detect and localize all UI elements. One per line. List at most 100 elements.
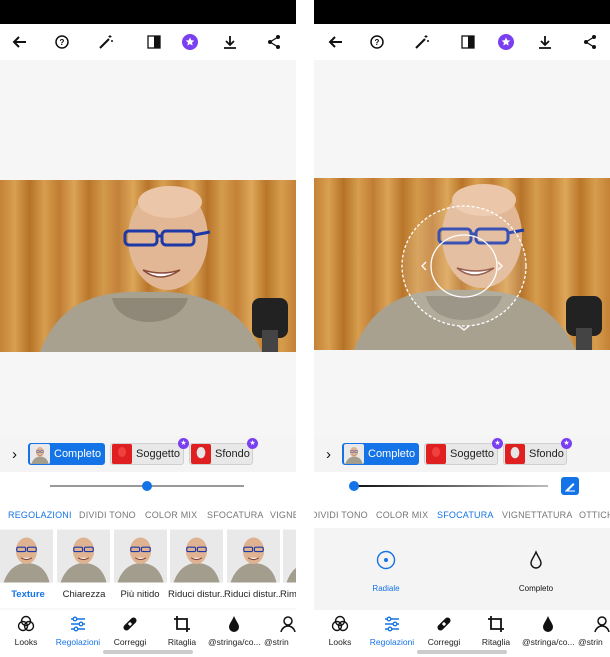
svg-text:?: ? [375,38,380,47]
nav-label: @stringa/co... [522,637,574,647]
share-icon[interactable] [264,32,284,52]
photo-canvas[interactable] [0,60,296,436]
nav-stringa-2[interactable]: @strin [574,614,610,647]
tab-regolazioni[interactable]: REGOLAZIONI [8,510,72,520]
preset-label: Chiarezza [62,589,106,600]
chevron-right-icon[interactable]: › [12,446,17,463]
compare-icon[interactable] [144,32,164,52]
mask-chip-sfondo[interactable]: Sfondo ★ [503,438,572,465]
status-bar [314,0,610,24]
mask-chip-label: Sfondo [529,448,564,460]
slider-track[interactable] [354,485,548,487]
preset-label: Rim [280,589,296,600]
premium-star-icon[interactable] [180,32,200,52]
preset-thumbnail[interactable] [283,529,296,583]
nav-label: Regolazioni [369,637,415,647]
preset-thumbnail[interactable] [114,529,167,583]
tab-ottiche[interactable]: OTTICH [579,510,610,520]
drop-icon [508,548,564,572]
nav-label: @strin [578,637,603,647]
help-icon[interactable]: ? [367,32,387,52]
tab-color-mix[interactable]: COLOR MIX [376,510,428,520]
nav-looks[interactable]: Looks [0,614,52,647]
drop-icon [522,614,574,634]
nav-stringa-2[interactable]: @strin [260,614,296,647]
preset-label: Riduci distur... [168,589,224,600]
nav-regolazioni[interactable]: Regolazioni [52,614,104,647]
premium-star-icon: ★ [247,438,258,449]
adjustment-slider[interactable] [0,472,296,500]
person-icon [260,614,296,634]
nav-correggi[interactable]: Correggi [104,614,156,647]
drop-icon [208,614,260,634]
mask-chip-label: Completo [54,448,102,460]
svg-text:?: ? [60,38,65,47]
preset-thumbnail[interactable] [0,529,53,583]
mode-completo[interactable]: Completo [508,548,564,593]
tab-dividi-tono[interactable]: DIVIDI TONO [314,510,368,520]
tab-vignettatura[interactable]: VIGNETTATURA [502,510,573,520]
mask-thumbnail [30,444,50,464]
tab-sfocatura[interactable]: SFOCATURA [207,510,264,520]
back-arrow-icon[interactable] [10,32,30,52]
mode-radiale[interactable]: Radiale [358,548,414,593]
tab-color-mix[interactable]: COLOR MIX [145,510,197,520]
eraser-icon[interactable] [561,477,579,495]
tab-vignettatura[interactable]: VIGNE [270,510,296,520]
top-toolbar: ? [314,24,610,60]
magic-wand-icon[interactable] [96,32,116,52]
looks-icon [314,614,366,634]
tab-dividi-tono[interactable]: DIVIDI TONO [79,510,136,520]
preset-thumbnail[interactable] [57,529,110,583]
radial-blur-overlay[interactable] [314,178,610,350]
portrait-photo [0,180,296,352]
mask-thumbnail [344,444,364,464]
mask-chip-soggetto[interactable]: Soggetto ★ [424,438,503,465]
mode-label: Completo [518,584,554,593]
preset-thumbnail[interactable] [170,529,223,583]
nav-looks[interactable]: Looks [314,614,366,647]
mask-chip-sfondo[interactable]: Sfondo ★ [189,438,258,465]
compare-icon[interactable] [458,32,478,52]
chevron-right-icon[interactable]: › [326,446,331,463]
slider-thumb[interactable] [349,481,359,491]
premium-star-icon: ★ [561,438,572,449]
mask-chip-completo[interactable]: Completo [28,443,105,465]
premium-star-icon[interactable] [496,32,516,52]
preset-label: Riduci distur... [224,589,280,600]
preset-thumbnail[interactable] [227,529,280,583]
photo-canvas[interactable] [314,60,610,436]
mask-chip-soggetto[interactable]: Soggetto ★ [110,438,189,465]
blur-mode-picker: Radiale Completo [314,528,610,610]
adjustment-tabs: REGOLAZIONI DIVIDI TONO COLOR MIX SFOCAT… [0,500,296,528]
heal-icon [418,614,470,634]
nav-correggi[interactable]: Correggi [418,614,470,647]
tab-sfocatura[interactable]: SFOCATURA [437,510,494,520]
nav-label: Ritaglia [167,637,197,647]
slider-thumb[interactable] [142,481,152,491]
blur-slider[interactable] [314,472,610,500]
nav-ritaglia[interactable]: Ritaglia [470,614,522,647]
download-icon[interactable] [535,32,555,52]
preset-label: Texture [11,589,45,600]
nav-ritaglia[interactable]: Ritaglia [156,614,208,647]
nav-label: Looks [14,637,38,647]
back-arrow-icon[interactable] [326,32,346,52]
share-icon[interactable] [580,32,600,52]
nav-stringa-co[interactable]: @stringa/co... [522,614,574,647]
mode-label: Radiale [372,584,400,593]
home-indicator [417,650,507,654]
mask-chip-label: Soggetto [136,448,181,460]
magic-wand-icon[interactable] [412,32,432,52]
download-icon[interactable] [220,32,240,52]
mask-thumbnail [426,444,446,464]
nav-label: Looks [328,637,352,647]
nav-stringa-co[interactable]: @stringa/co... [208,614,260,647]
mask-thumbnail [112,444,132,464]
mask-thumbnail [191,444,211,464]
nav-label: Correggi [427,637,461,647]
mask-chip-completo[interactable]: Completo [342,443,419,465]
help-icon[interactable]: ? [52,32,72,52]
nav-regolazioni[interactable]: Regolazioni [366,614,418,647]
premium-star-icon: ★ [492,438,503,449]
